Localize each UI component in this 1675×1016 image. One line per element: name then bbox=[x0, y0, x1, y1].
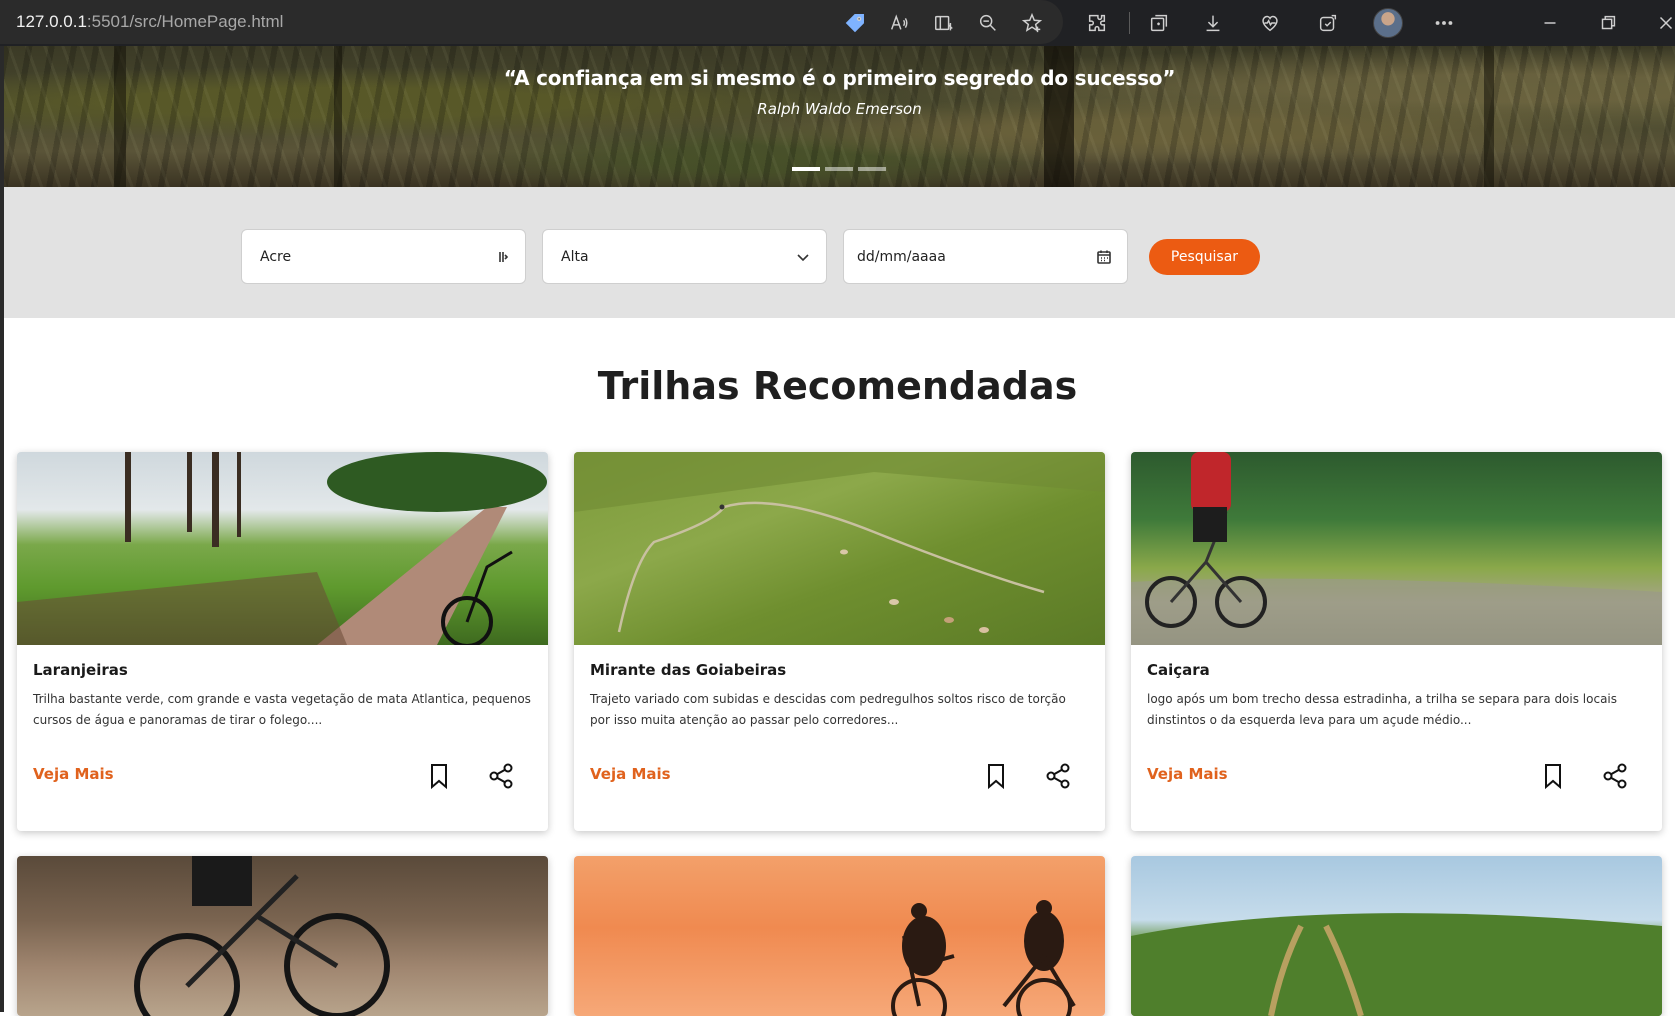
calendar-icon[interactable] bbox=[1095, 248, 1113, 266]
url-path: :5501/src/HomePage.html bbox=[86, 12, 284, 31]
more-options-icon[interactable] bbox=[1432, 11, 1456, 35]
trail-card-4 bbox=[17, 856, 548, 1016]
hero-caption: “A confiança em si mesmo é o primeiro se… bbox=[4, 66, 1675, 118]
search-button[interactable]: Pesquisar bbox=[1149, 239, 1260, 275]
carousel-indicator-3[interactable] bbox=[858, 167, 886, 171]
see-more-link[interactable]: Veja Mais bbox=[590, 765, 671, 783]
state-input[interactable]: Acre bbox=[241, 229, 526, 284]
hero-quote: “A confiança em si mesmo é o primeiro se… bbox=[503, 66, 1176, 90]
date-input-placeholder: dd/mm/aaaa bbox=[857, 248, 946, 265]
trail-card-description: Trilha bastante verde, com grande e vast… bbox=[33, 692, 531, 727]
bookmark-icon[interactable] bbox=[984, 762, 1008, 790]
trail-card-title: Caiçara bbox=[1147, 661, 1210, 679]
minimize-icon[interactable] bbox=[1538, 11, 1562, 35]
trail-card-image bbox=[17, 856, 548, 1016]
hero-author: Ralph Waldo Emerson bbox=[757, 100, 922, 118]
difficulty-select[interactable]: Alta bbox=[542, 229, 827, 284]
restore-icon[interactable] bbox=[1596, 11, 1620, 35]
trail-card-5 bbox=[574, 856, 1105, 1016]
trail-card-laranjeiras: Laranjeiras Trilha bastante verde, com g… bbox=[17, 452, 548, 831]
immersive-reader-icon[interactable] bbox=[932, 11, 956, 35]
bookmark-icon[interactable] bbox=[1541, 762, 1565, 790]
trail-card-title: Mirante das Goiabeiras bbox=[590, 661, 787, 679]
date-input[interactable]: dd/mm/aaaa bbox=[843, 229, 1128, 284]
browser-toolbar: 127.0.0.1:5501/src/HomePage.html bbox=[0, 0, 1675, 46]
see-more-link[interactable]: Veja Mais bbox=[33, 765, 114, 783]
state-input-value: Acre bbox=[260, 248, 292, 265]
copilot-icon[interactable] bbox=[1316, 11, 1340, 35]
carousel-indicator-2[interactable] bbox=[825, 167, 853, 171]
tag-icon[interactable] bbox=[843, 11, 867, 35]
add-favorite-icon[interactable] bbox=[1020, 11, 1044, 35]
trail-card-6 bbox=[1131, 856, 1662, 1016]
collections-icon[interactable] bbox=[1147, 11, 1171, 35]
zoom-out-icon[interactable] bbox=[976, 11, 1000, 35]
trail-card-image bbox=[574, 452, 1105, 645]
trail-card-image bbox=[1131, 452, 1662, 645]
trail-card-description: logo após um bom trecho dessa estradinha… bbox=[1147, 692, 1618, 727]
trail-card-image bbox=[17, 452, 548, 645]
section-title: Trilhas Recomendadas bbox=[597, 364, 1078, 408]
bookmark-icon[interactable] bbox=[427, 762, 451, 790]
trail-card-caicara: Caiçara logo após um bom trecho dessa es… bbox=[1131, 452, 1662, 831]
trail-card-title: Laranjeiras bbox=[33, 661, 128, 679]
extensions-icon[interactable] bbox=[1085, 11, 1109, 35]
read-aloud-icon[interactable] bbox=[887, 11, 911, 35]
download-icon[interactable] bbox=[1201, 11, 1225, 35]
share-icon[interactable] bbox=[487, 762, 515, 790]
trail-card-image bbox=[1131, 856, 1662, 1016]
share-icon[interactable] bbox=[1601, 762, 1629, 790]
trail-card-body: Laranjeiras Trilha bastante verde, com g… bbox=[17, 645, 548, 831]
share-icon[interactable] bbox=[1044, 762, 1072, 790]
trail-card-body: Caiçara logo após um bom trecho dessa es… bbox=[1131, 645, 1662, 831]
url-host: 127.0.0.1 bbox=[16, 12, 87, 31]
toolbar-divider bbox=[1129, 12, 1130, 34]
trail-card-image bbox=[574, 856, 1105, 1016]
trail-card-mirante-das-goiabeiras: Mirante das Goiabeiras Trajeto variado c… bbox=[574, 452, 1105, 831]
carousel-indicator-1[interactable] bbox=[792, 167, 820, 171]
trail-card-body: Mirante das Goiabeiras Trajeto variado c… bbox=[574, 645, 1105, 831]
carousel-indicators bbox=[792, 167, 886, 171]
chevron-down-icon bbox=[794, 248, 812, 266]
trail-card-description: Trajeto variado com subidas e descidas c… bbox=[590, 692, 1066, 727]
difficulty-select-value: Alta bbox=[561, 248, 589, 265]
profile-avatar[interactable] bbox=[1373, 8, 1403, 38]
see-more-link[interactable]: Veja Mais bbox=[1147, 765, 1228, 783]
hero-carousel: “A confiança em si mesmo é o primeiro se… bbox=[4, 46, 1675, 187]
close-icon[interactable] bbox=[1654, 11, 1675, 35]
browser-essentials-icon[interactable] bbox=[1258, 11, 1282, 35]
datalist-toggle-icon[interactable] bbox=[493, 248, 511, 266]
